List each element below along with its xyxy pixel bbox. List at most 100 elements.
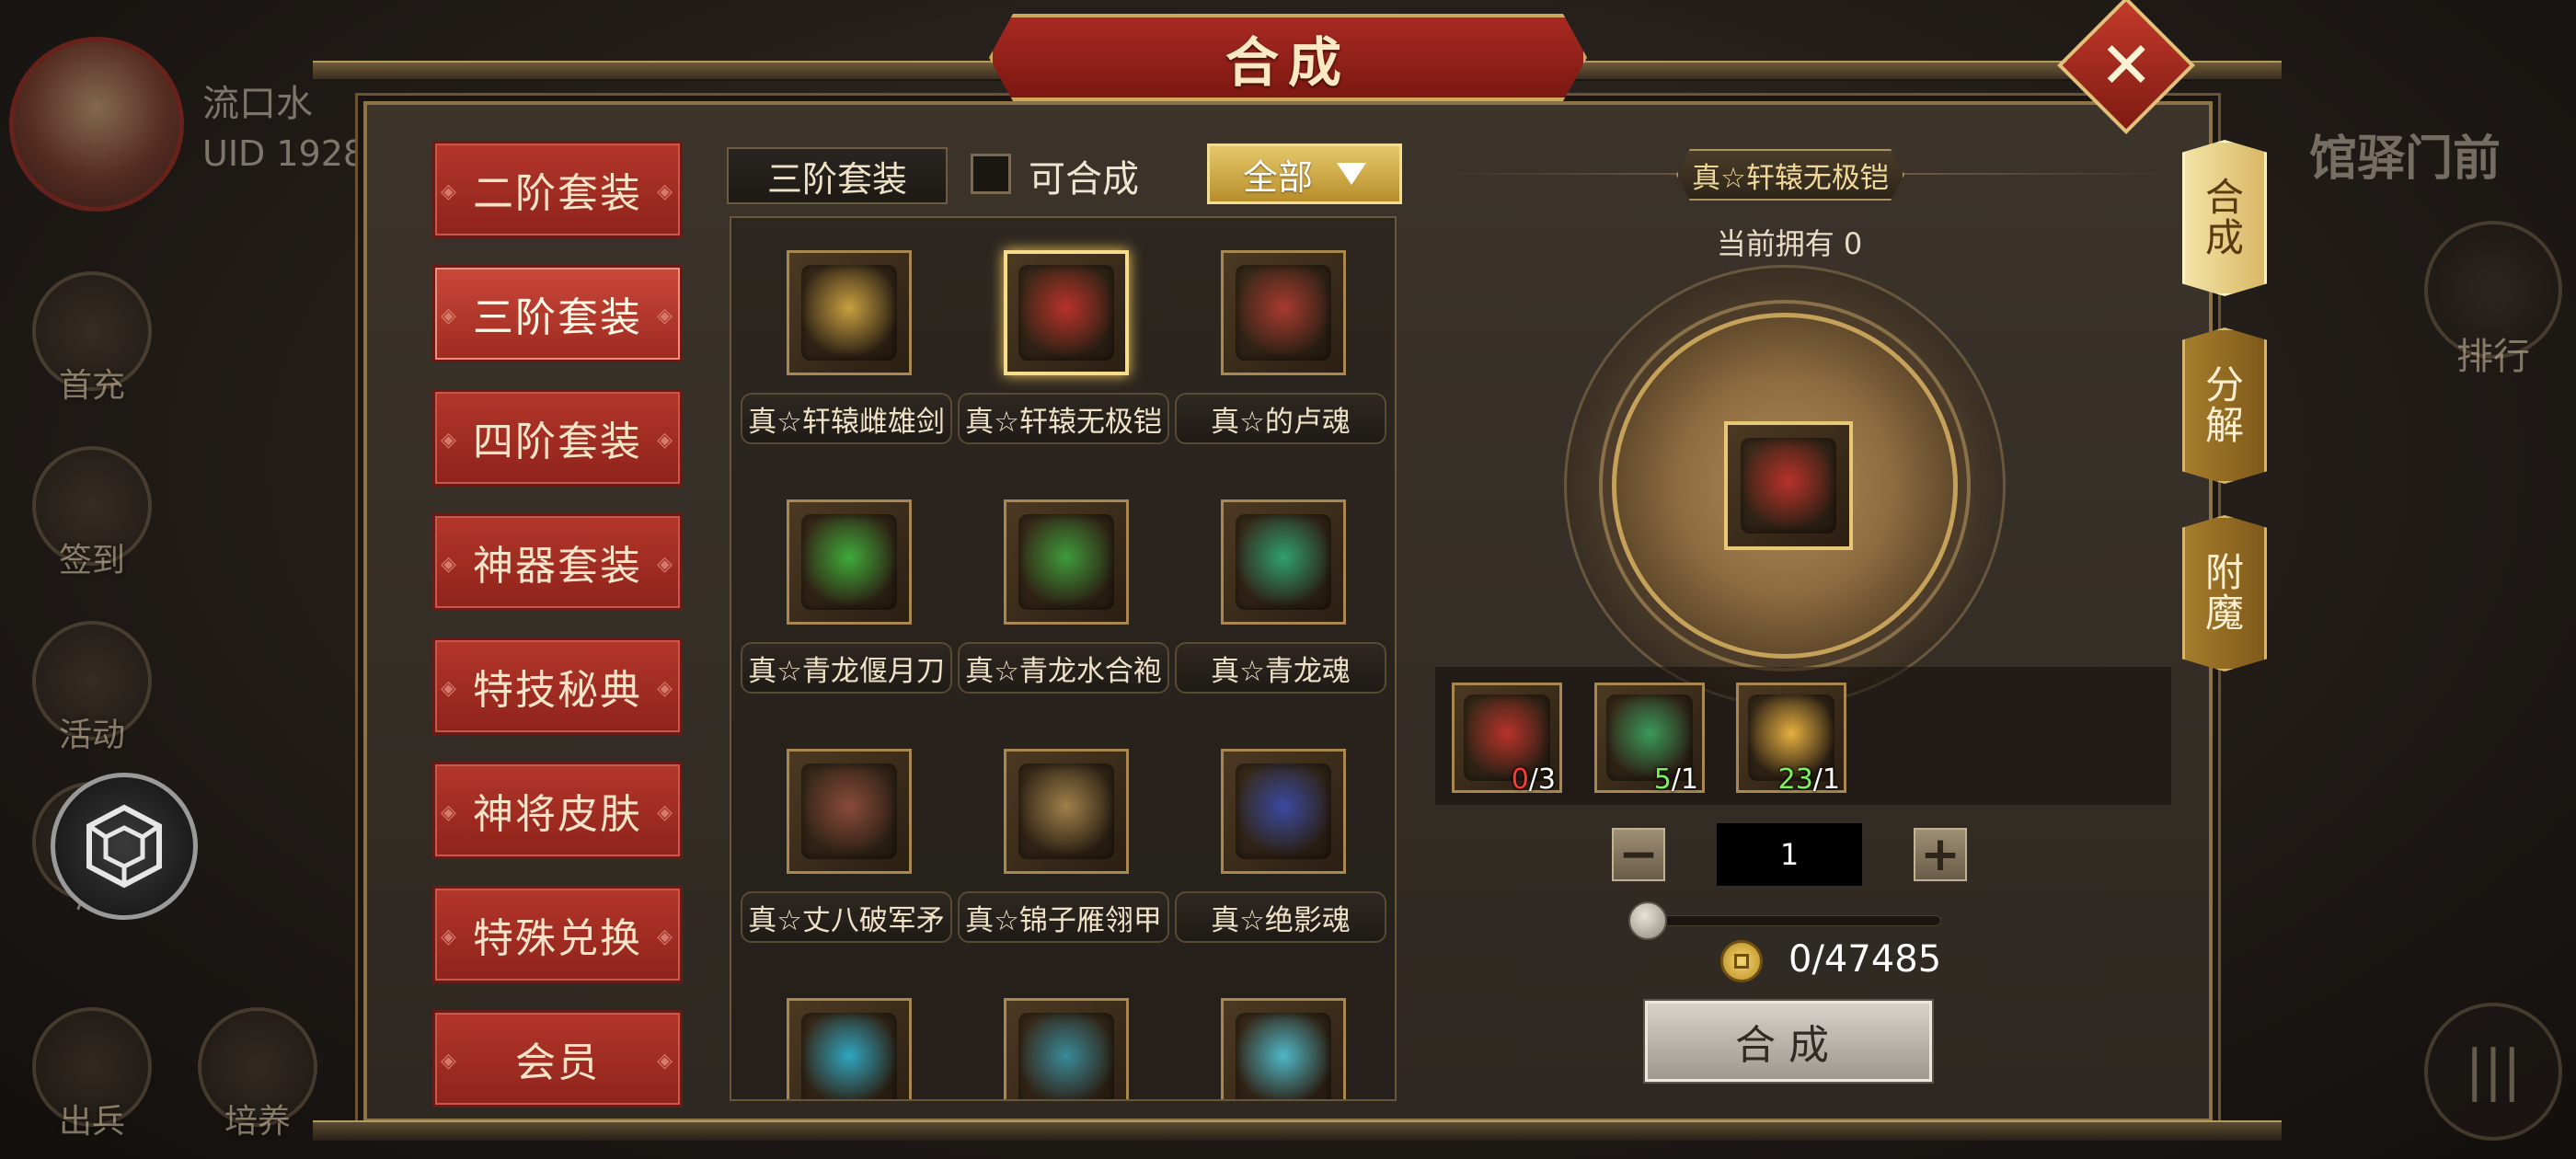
red-armor-icon: [1018, 265, 1114, 361]
item-slot[interactable]: [1221, 250, 1346, 375]
location-title: 馆驿门前: [2309, 132, 2501, 187]
material-need: /1: [1812, 763, 1840, 796]
hud-menu-label: 首充: [58, 367, 125, 405]
quantity-input[interactable]: 1: [1717, 823, 1862, 886]
ornament-icon: ◈: [657, 1050, 674, 1073]
red-armor-icon: [1741, 438, 1836, 534]
ornament-icon: ◈: [657, 429, 674, 452]
dropdown-value: 全部: [1242, 156, 1313, 198]
material-count: 0/3: [1512, 763, 1556, 796]
craft-button[interactable]: 合成: [1645, 1001, 1932, 1082]
player-avatar[interactable]: [9, 37, 184, 212]
material-need: /1: [1671, 763, 1698, 796]
result-item-slot[interactable]: [1724, 421, 1853, 550]
item-cell[interactable]: 真☆的卢魂: [1175, 218, 1386, 448]
item-cell[interactable]: 真☆轩辕无极铠: [958, 218, 1169, 448]
item-slot[interactable]: [1004, 250, 1129, 375]
category-button[interactable]: ◈ 四阶套装 ◈: [432, 389, 683, 487]
quantity-slider[interactable]: [1647, 915, 1941, 926]
category-button[interactable]: ◈ 特殊兑换 ◈: [432, 886, 683, 983]
category-button[interactable]: ◈ 神器套装 ◈: [432, 513, 683, 611]
item-name: 真☆锦子雁翎甲: [958, 891, 1169, 943]
category-button[interactable]: ◈ 二阶套装 ◈: [432, 141, 683, 238]
item-cell[interactable]: 真☆青龙偃月刀: [741, 467, 952, 697]
category-button[interactable]: ◈ 特技秘典 ◈: [432, 637, 683, 735]
item-slot[interactable]: [1004, 749, 1129, 874]
category-button[interactable]: ◈ 三阶套装 ◈: [432, 265, 683, 362]
item-name: 真☆青龙魂: [1175, 642, 1386, 694]
hud-menu-label: 出兵: [58, 1103, 125, 1141]
material-count: 23/1: [1778, 763, 1840, 796]
bronze-armor-icon: [1018, 763, 1114, 859]
item-slot[interactable]: [1004, 998, 1129, 1099]
item-cell[interactable]: 真☆轩辕雌雄剑: [741, 218, 952, 448]
page-title: 合成: [1225, 30, 1351, 94]
material-slot[interactable]: 23/1: [1736, 683, 1846, 796]
category-button[interactable]: ◈ 会员 ◈: [432, 1010, 683, 1107]
game-screen: 流口水 UID 1928 馆驿门前 排行 ||| 首充签到活动成出兵培养 合成 …: [0, 0, 2576, 1159]
craftable-label: 可合成: [1029, 158, 1139, 201]
ornament-icon: ◈: [441, 180, 458, 203]
ornament-icon: ◈: [657, 553, 674, 576]
item-cell[interactable]: 真☆青龙魂: [1175, 467, 1386, 697]
item-grid[interactable]: 真☆轩辕雌雄剑 真☆轩辕无极铠 真☆的卢魂真☆青龙偃月刀 真☆青龙水合袍 真☆青龙魂真☆…: [730, 216, 1397, 1101]
item-cell[interactable]: [1175, 966, 1386, 1099]
category-label: 神将皮肤: [473, 791, 642, 838]
item-name: 真☆的卢魂: [1175, 393, 1386, 444]
current-category-tab[interactable]: 三阶套装: [727, 147, 948, 204]
ornament-icon: ◈: [441, 925, 458, 948]
green-robe-icon: [1018, 514, 1114, 610]
item-slot[interactable]: [1004, 499, 1129, 625]
ornament-icon: ◈: [657, 180, 674, 203]
side-tab-char: 解: [2204, 403, 2244, 448]
item-slot[interactable]: [1221, 499, 1346, 625]
item-cell[interactable]: [741, 966, 952, 1099]
player-uid: UID 1928: [202, 133, 366, 174]
craftable-checkbox[interactable]: [971, 154, 1011, 194]
item-cell[interactable]: 真☆青龙水合袍: [958, 467, 1169, 697]
category-label: 神器套装: [473, 543, 642, 590]
hud-menu-label: 签到: [58, 542, 125, 580]
material-slot[interactable]: 5/1: [1594, 683, 1705, 796]
ornament-icon: ◈: [441, 801, 458, 824]
ornament-icon: ◈: [657, 925, 674, 948]
category-label: 三阶套装: [473, 294, 642, 341]
item-slot[interactable]: [1221, 998, 1346, 1099]
close-icon: ✕: [2099, 28, 2154, 103]
filter-dropdown[interactable]: 全部: [1207, 143, 1402, 204]
white-horse-icon: [1236, 1013, 1331, 1099]
cyan-armor-icon: [1018, 1013, 1114, 1099]
dropdown-arrow-icon: [1337, 163, 1366, 185]
item-cell[interactable]: [958, 966, 1169, 1099]
item-slot[interactable]: [787, 499, 912, 625]
material-have: 0: [1511, 763, 1529, 796]
item-slot[interactable]: [787, 250, 912, 375]
side-tab[interactable]: 附魔: [2182, 515, 2267, 671]
item-slot[interactable]: [787, 998, 912, 1099]
ornament-icon: ◈: [657, 304, 674, 327]
decrease-button[interactable]: −: [1612, 828, 1665, 881]
category-button[interactable]: ◈ 神将皮肤 ◈: [432, 762, 683, 859]
menu-icon[interactable]: |||: [2424, 1003, 2562, 1141]
rank-label: 排行: [2456, 336, 2530, 378]
side-tab[interactable]: 分解: [2182, 327, 2267, 484]
slider-handle[interactable]: [1628, 901, 1667, 940]
item-cell[interactable]: 真☆锦子雁翎甲: [958, 717, 1169, 947]
item-slot[interactable]: [787, 749, 912, 874]
item-cell[interactable]: 真☆丈八破军矛: [741, 717, 952, 947]
player-name: 流口水: [202, 83, 313, 125]
item-name: 真☆丈八破军矛: [741, 891, 952, 943]
cyan-spear-icon: [801, 1013, 897, 1099]
ornament-icon: ◈: [441, 553, 458, 576]
material-count: 5/1: [1654, 763, 1698, 796]
owned-count: 当前拥有 0: [1716, 226, 1863, 261]
cube-menu-button[interactable]: [51, 773, 198, 920]
increase-button[interactable]: +: [1914, 828, 1967, 881]
item-cell[interactable]: 真☆绝影魂: [1175, 717, 1386, 947]
side-tab[interactable]: 合成: [2182, 140, 2267, 296]
category-label: 四阶套装: [473, 419, 642, 465]
material-slot[interactable]: 0/3: [1452, 683, 1562, 796]
item-name: 真☆轩辕雌雄剑: [741, 393, 952, 444]
item-slot[interactable]: [1221, 749, 1346, 874]
hud-menu-label: 活动: [58, 717, 125, 754]
